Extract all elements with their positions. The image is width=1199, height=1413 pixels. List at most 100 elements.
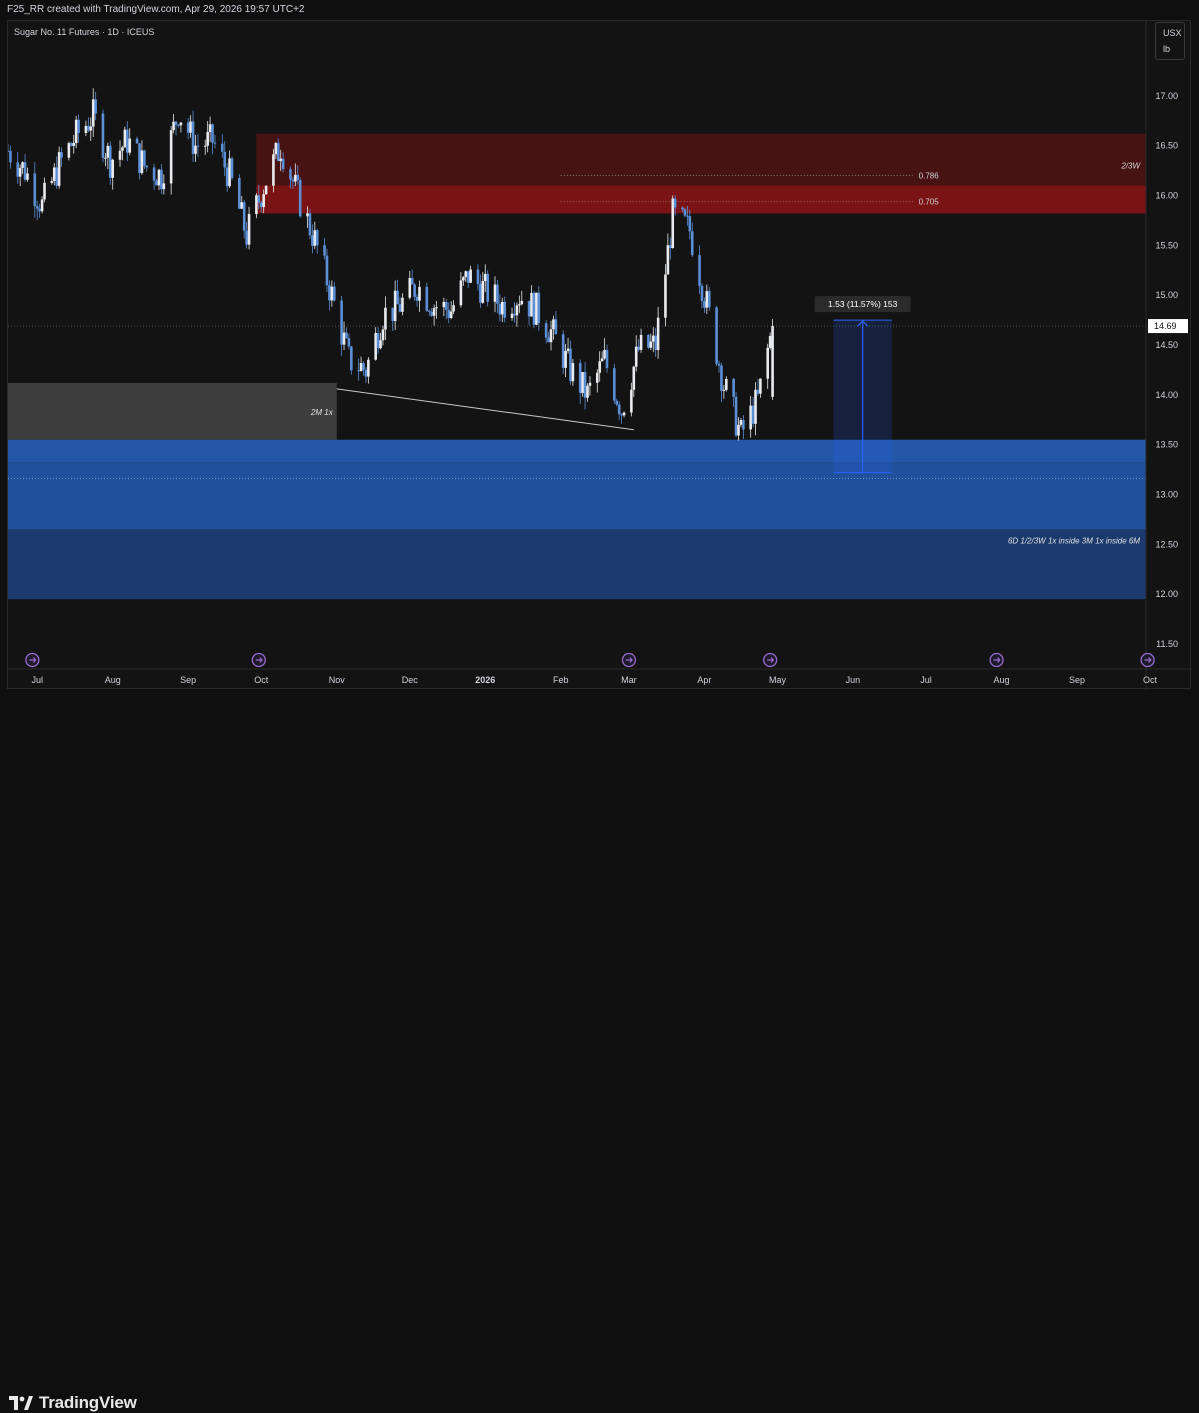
candle-body [106,145,110,158]
candle-body [768,335,772,348]
candle-body [547,337,550,343]
candle-body [87,125,90,131]
candle-body [223,151,227,168]
candle-body [94,99,97,114]
candle-body [683,209,687,216]
candle-body [23,162,27,180]
x-tick-label: Oct [1143,675,1158,685]
candle-body [228,158,231,187]
candle-body [26,173,29,180]
candle-body [104,157,107,159]
x-tick-label: Dec [402,675,419,685]
candle-body [459,280,463,306]
candle-body [135,138,139,144]
candle-body [169,130,173,184]
candle-body [16,162,20,177]
candle-body [384,307,387,330]
candle-body [18,167,22,177]
price-chart[interactable]: 2/3W 2M 1x 6D 1/2/3W 1x inside 3M 1x insid… [8,21,1192,690]
x-tick-label: Aug [993,675,1009,685]
candle-body [128,138,132,153]
chart-credit: F25_RR created with TradingView.com, Apr… [7,4,305,15]
candle-body [481,281,485,303]
candle-body [213,142,217,144]
candle-body [325,255,329,286]
candle-body [418,286,421,301]
x-tick-label: Sep [180,675,196,685]
candle-body [532,292,536,325]
candle-body [634,346,638,367]
candle-body [40,199,44,212]
candle-body [279,158,283,161]
candle-body [152,167,156,181]
candle-body [191,121,195,154]
candle-body [328,285,331,301]
candle-body [391,307,395,322]
trendline [336,388,634,431]
tradingview-logo-text: TradingView [39,1393,137,1412]
demand-zone-bottom [8,529,1146,600]
candle-body [174,121,178,125]
tradingview-logo[interactable]: TradingView [9,1393,137,1413]
candle-body [549,329,553,343]
candle-body [527,300,531,317]
candle-body [357,370,360,372]
candle-body [483,273,487,282]
candle-body [57,152,61,186]
candle-body [274,143,278,155]
top-bar: F25_RR created with TradingView.com, Apr… [0,0,1199,20]
candle-body [8,150,10,152]
measure-label: 1.53 (11.57%) 153 [828,299,898,309]
candle-body [203,145,207,147]
candle-body [208,124,212,133]
candle-body [240,202,244,209]
candle-body [639,334,643,350]
candle-body [367,359,370,377]
chart-panel[interactable]: 2/3W 2M 1x 6D 1/2/3W 1x inside 3M 1x insid… [7,20,1192,690]
candle-body [537,292,541,324]
candle-body [413,284,416,297]
event-marker-icon [989,652,1004,668]
event-marker-icon [25,652,40,668]
candle-body [588,382,592,386]
candle-body [84,125,88,133]
candle-body [238,177,241,209]
fib-label: 0.786 [919,172,940,181]
candle-body [698,255,701,286]
candle-body [469,269,472,283]
unit-selector[interactable]: USX lb [1155,22,1185,60]
event-marker-icon [762,652,778,668]
tradingview-logo-icon [9,1396,33,1410]
candle-body [632,366,636,390]
candle-body [442,301,446,308]
candle-body [705,291,709,308]
candle-body [296,174,300,180]
candle-body [671,198,675,249]
candle-body [751,405,755,424]
candle-body [603,349,606,359]
candle-body [345,332,348,338]
candle-body [656,317,660,351]
candle-body [340,300,343,345]
candle-body [707,291,711,308]
candle-body [140,150,144,174]
candle-body [52,167,56,182]
candle-body [408,278,412,298]
candle-body [766,347,770,379]
candle-body [513,313,516,316]
candle-body [669,245,672,249]
candle-body [194,145,197,154]
candle-body [91,99,95,127]
candle-body [72,142,76,146]
candle-body [476,269,480,284]
candle-body [89,126,93,131]
candle-body [145,165,149,168]
candle-body [630,389,633,413]
candle-body [123,129,127,148]
candle-body [315,230,319,246]
y-tick-label: 15.00 [1155,290,1178,300]
candle-body [578,363,582,393]
candle-body [725,378,728,390]
candle-body [569,348,572,382]
candle-body [298,179,302,217]
